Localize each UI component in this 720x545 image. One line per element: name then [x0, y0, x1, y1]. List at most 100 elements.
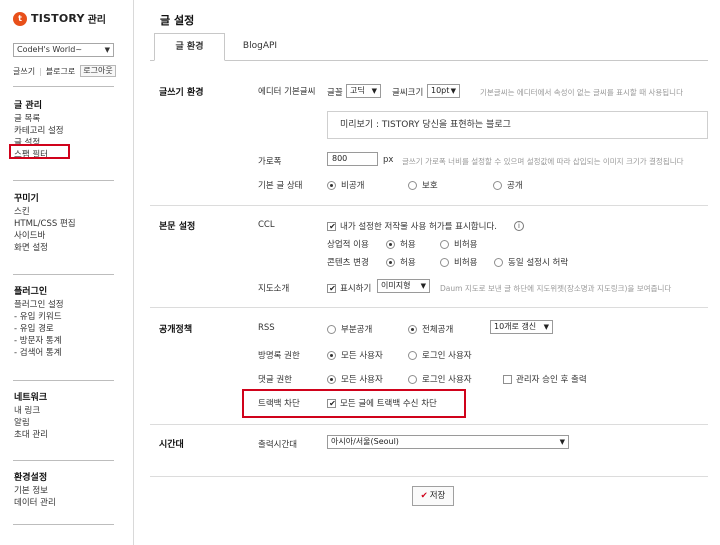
- guestbook-permission-label: 방명록 권한: [258, 351, 300, 361]
- timezone-value: 아시아/서울(Seoul): [331, 437, 399, 446]
- rss-count-select[interactable]: 10개로 갱신 ▼: [490, 320, 553, 334]
- write-link[interactable]: 글쓰기: [13, 66, 35, 77]
- section-divider: [150, 307, 708, 308]
- commercial-use-label: 상업적 이용: [327, 240, 369, 250]
- logout-button[interactable]: 로그아웃: [80, 65, 116, 77]
- font-help-text: 기본글씨는 에디터에서 속성이 없는 글씨를 표시할 때 사용됩니다: [480, 88, 683, 97]
- divider: [13, 86, 114, 87]
- size-select-value: 10pt: [431, 86, 450, 95]
- nav-item-inflow-path[interactable]: - 유입 경로: [14, 323, 64, 335]
- divider: [13, 274, 114, 275]
- editor-font-label: 에디터 기본글씨: [258, 87, 316, 97]
- comment-approval-checkbox[interactable]: 관리자 승인 후 출력: [503, 373, 587, 385]
- divider: [13, 460, 114, 461]
- tistory-logo[interactable]: t TISTORY 관리: [13, 11, 106, 26]
- nav-item-screen[interactable]: 화면 설정: [14, 242, 76, 254]
- tistory-logo-icon: t: [13, 11, 27, 26]
- highlight-annotation: [9, 144, 70, 159]
- nav-item-html-css[interactable]: HTML/CSS 편집: [14, 218, 76, 230]
- width-input[interactable]: 800: [327, 152, 378, 166]
- chevron-down-icon: ▼: [450, 87, 456, 95]
- guestbook-login-radio[interactable]: 로그인 사용자: [408, 349, 472, 361]
- logo-text: TISTORY: [31, 12, 85, 25]
- rss-partial-radio[interactable]: 부분공개: [327, 323, 372, 335]
- nav-item-inflow-keyword[interactable]: - 유입 키워드: [14, 311, 64, 323]
- status-public-radio[interactable]: 공개: [493, 179, 523, 191]
- modify-same-radio[interactable]: 동일 설정시 허락: [494, 256, 568, 268]
- chevron-down-icon: ▼: [104, 46, 110, 54]
- timezone-select[interactable]: 아시아/서울(Seoul) ▼: [327, 435, 569, 449]
- width-label: 가로폭: [258, 157, 282, 167]
- comment-login-radio[interactable]: 로그인 사용자: [408, 373, 472, 385]
- output-timezone-label: 출력시간대: [258, 440, 298, 450]
- rss-full-label: 전체공개: [422, 325, 454, 335]
- guestbook-login-label: 로그인 사용자: [422, 351, 472, 361]
- commercial-deny-radio[interactable]: 비허용: [440, 238, 477, 250]
- font-preview: 미리보기 : TISTORY 당신을 표현하는 블로그: [327, 111, 708, 139]
- font-select[interactable]: 고딕 ▼: [346, 84, 381, 98]
- blog-select[interactable]: CodeH's World~ ▼: [13, 43, 114, 57]
- default-status-label: 기본 글 상태: [258, 181, 303, 191]
- nav-item-skin[interactable]: 스킨: [14, 206, 76, 218]
- status-protected-radio[interactable]: 보호: [408, 179, 438, 191]
- status-private-radio[interactable]: 비공개: [327, 179, 364, 191]
- radio-selected-icon: [386, 257, 395, 267]
- nav-item-invites[interactable]: 초대 관리: [14, 429, 48, 441]
- nav-item-post-list[interactable]: 글 목록: [14, 113, 64, 125]
- modify-allow-label: 허용: [400, 258, 416, 268]
- modify-allow-radio[interactable]: 허용: [386, 256, 416, 268]
- radio-selected-icon: [327, 350, 336, 360]
- radio-icon: [408, 374, 417, 384]
- section-label-timezone: 시간대: [159, 440, 184, 450]
- nav-item-visitor-stats[interactable]: - 방문자 통계: [14, 335, 64, 347]
- chevron-down-icon: ▼: [371, 87, 377, 95]
- save-label: 저장: [429, 491, 446, 501]
- tab-post-environment[interactable]: 글 환경: [154, 33, 225, 61]
- sidebar: t TISTORY 관리 CodeH's World~ ▼ 글쓰기 | 블로그로…: [0, 0, 134, 545]
- section-divider: [150, 205, 708, 206]
- map-show-label: 표시하기: [340, 284, 372, 294]
- map-type-select[interactable]: 이미지형 ▼: [377, 279, 430, 293]
- tab-bar: 글 환경 BlogAPI: [150, 33, 708, 61]
- size-select[interactable]: 10pt ▼: [427, 84, 460, 98]
- radio-selected-icon: [408, 324, 417, 334]
- nav-item-data-management[interactable]: 데이터 관리: [14, 497, 56, 509]
- width-help-text: 글쓰기 가로폭 너비를 설정할 수 있으며 설정값에 따라 삽입되는 이미지 크…: [402, 157, 684, 166]
- radio-icon: [408, 350, 417, 360]
- nav-section-design: 꾸미기 스킨 HTML/CSS 편집 사이드바 화면 설정: [14, 192, 76, 254]
- ccl-checkbox[interactable]: 내가 설정한 저작물 사용 허가를 표시합니다.: [327, 220, 497, 232]
- checkbox-checked-icon: [327, 283, 337, 293]
- modify-deny-label: 비허용: [454, 258, 478, 268]
- width-unit: px: [383, 155, 394, 165]
- content-change-label: 콘텐츠 변경: [327, 258, 369, 268]
- nav-item-search-stats[interactable]: - 검색어 통계: [14, 347, 64, 359]
- modify-deny-radio[interactable]: 비허용: [440, 256, 477, 268]
- chevron-down-icon: ▼: [420, 282, 426, 290]
- divider: [13, 180, 114, 181]
- chevron-down-icon: ▼: [543, 323, 549, 331]
- comment-approval-label: 관리자 승인 후 출력: [516, 375, 587, 385]
- modify-same-label: 동일 설정시 허락: [508, 258, 569, 268]
- go-to-blog-link[interactable]: 블로그로: [46, 66, 75, 77]
- comment-permission-label: 댓글 권한: [258, 375, 292, 385]
- nav-item-my-links[interactable]: 내 링크: [14, 405, 48, 417]
- highlight-annotation: [242, 389, 466, 418]
- nav-item-basic-info[interactable]: 기본 정보: [14, 485, 56, 497]
- tab-blogapi[interactable]: BlogAPI: [235, 33, 285, 61]
- comment-all-radio[interactable]: 모든 사용자: [327, 373, 383, 385]
- nav-item-category[interactable]: 카테고리 설정: [14, 125, 64, 137]
- nav-title: 꾸미기: [14, 194, 39, 204]
- info-icon[interactable]: i: [514, 221, 524, 231]
- commercial-allow-radio[interactable]: 허용: [386, 238, 416, 250]
- blog-select-value: CodeH's World~: [17, 45, 83, 54]
- save-button[interactable]: ✔ 저장: [412, 486, 454, 506]
- nav-item-sidebar[interactable]: 사이드바: [14, 230, 76, 242]
- section-label-write-env: 글쓰기 환경: [159, 88, 204, 98]
- nav-item-plugin-settings[interactable]: 플러그인 설정: [14, 299, 64, 311]
- nav-item-notifications[interactable]: 알림: [14, 417, 48, 429]
- rss-label: RSS: [258, 323, 275, 333]
- rss-full-radio[interactable]: 전체공개: [408, 323, 453, 335]
- map-show-checkbox[interactable]: 표시하기: [327, 282, 371, 294]
- nav-section-network: 네트워크 내 링크 알림 초대 관리: [14, 391, 48, 441]
- guestbook-all-radio[interactable]: 모든 사용자: [327, 349, 383, 361]
